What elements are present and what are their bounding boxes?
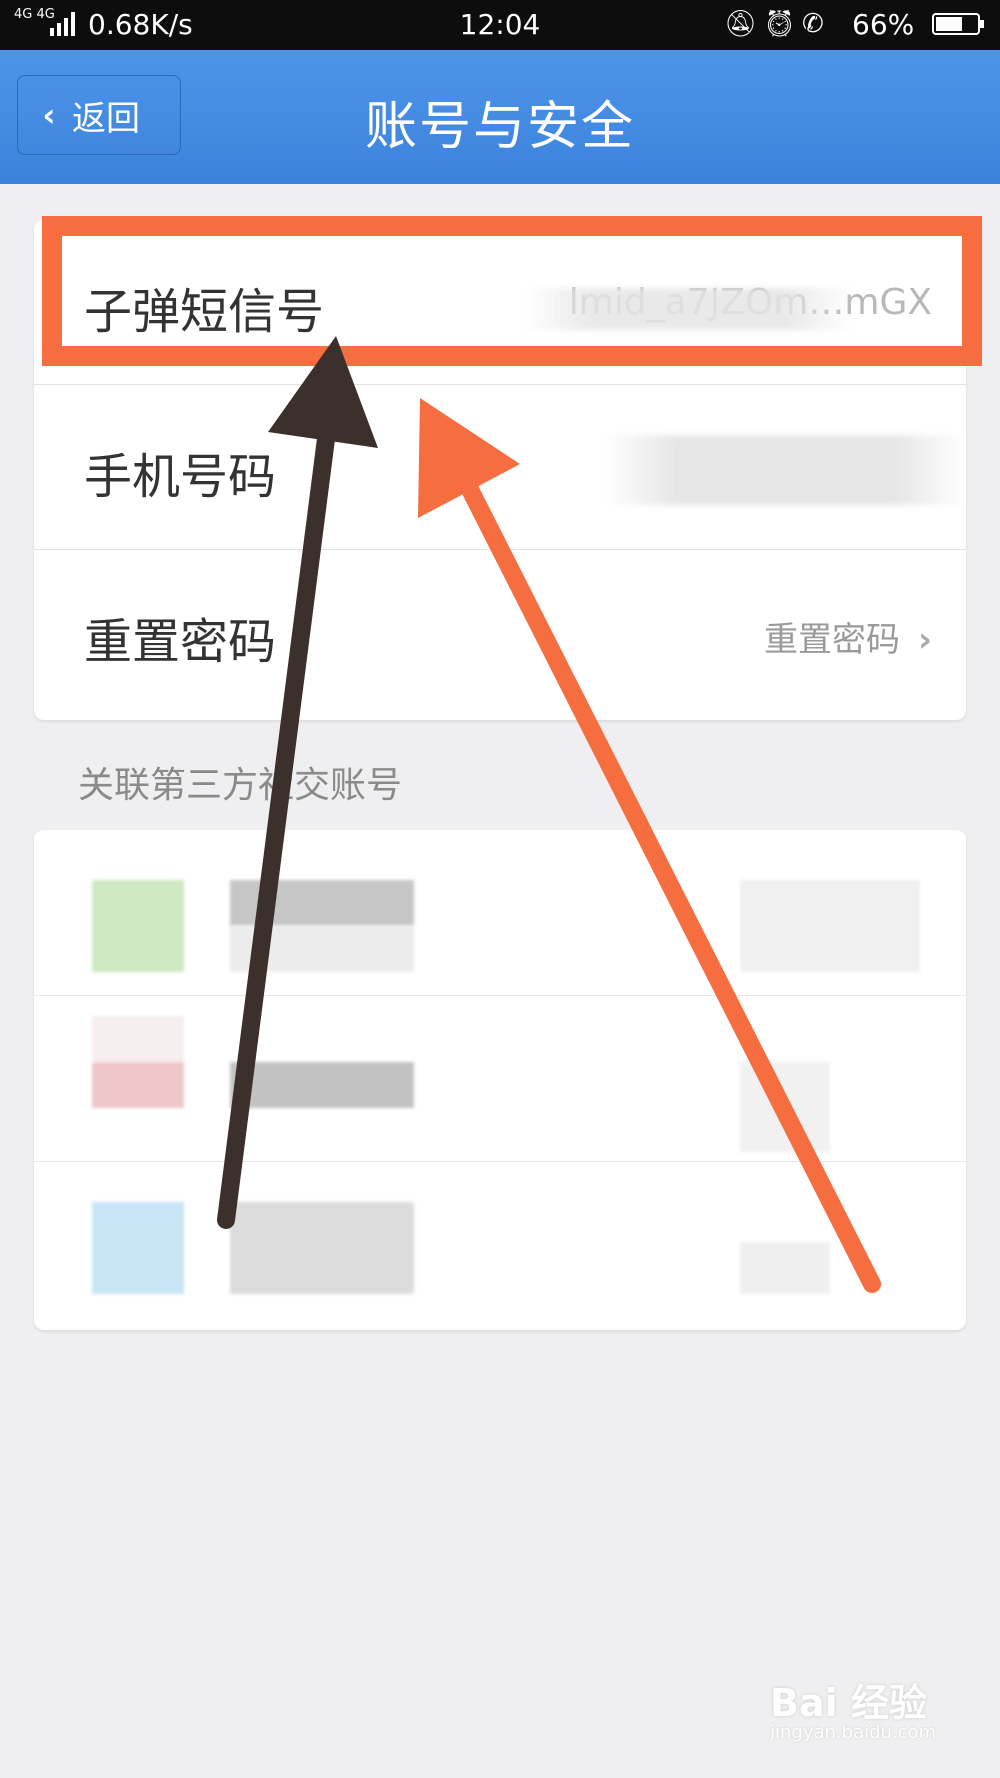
wechat-icon [92, 880, 184, 972]
redacted-toggle[interactable] [740, 1062, 830, 1152]
section-title: 关联第三方社交账号 [78, 765, 403, 806]
redacted-name [230, 1202, 414, 1294]
chevron-right-icon: › [917, 620, 932, 660]
weibo-icon [92, 1016, 184, 1062]
page-title: 账号与安全 [364, 97, 635, 157]
nav-bar: ‹ 返回 账号与安全 [0, 50, 1000, 184]
redacted-toggle[interactable] [740, 880, 920, 972]
battery-percent: 66% [852, 8, 915, 41]
phone-row[interactable]: 手机号码 [34, 385, 966, 550]
phone-label: 手机号码 [84, 449, 277, 505]
status-bar: 4G 4G 0.68K/s 12:04 🔕︎⏰︎✆ 66% [0, 0, 1000, 50]
qq-icon [92, 1202, 184, 1294]
weibo-icon [92, 1062, 184, 1108]
battery-icon [932, 13, 984, 35]
status-icons: 🔕︎⏰︎✆ [724, 9, 830, 39]
reset-password-text: 重置密码 [763, 620, 900, 660]
redacted-toggle[interactable] [740, 1242, 830, 1294]
social-card [34, 830, 966, 1330]
watermark-site: jingyan.baidu.com [770, 1722, 937, 1743]
baidu-jingyan-logo: Bai 经验 [770, 1681, 927, 1725]
redacted-name [230, 880, 414, 926]
alarm-icon: ⏰︎ [763, 9, 803, 39]
redacted-name [230, 1062, 414, 1108]
reset-password-label: 重置密码 [84, 614, 277, 670]
redacted-name [230, 926, 414, 972]
redaction-blur [604, 435, 966, 505]
social-row[interactable] [34, 996, 966, 1162]
social-row[interactable] [34, 830, 966, 996]
social-row[interactable] [34, 1162, 966, 1330]
reset-password-link[interactable]: 重置密码 › [764, 612, 932, 661]
mute-icon: 🔕︎ [724, 9, 764, 39]
clock: 12:04 [459, 8, 541, 41]
reset-password-row[interactable]: 重置密码 重置密码 › [34, 550, 966, 715]
highlight-box [42, 216, 982, 366]
hd-call-icon: ✆ [802, 9, 830, 39]
